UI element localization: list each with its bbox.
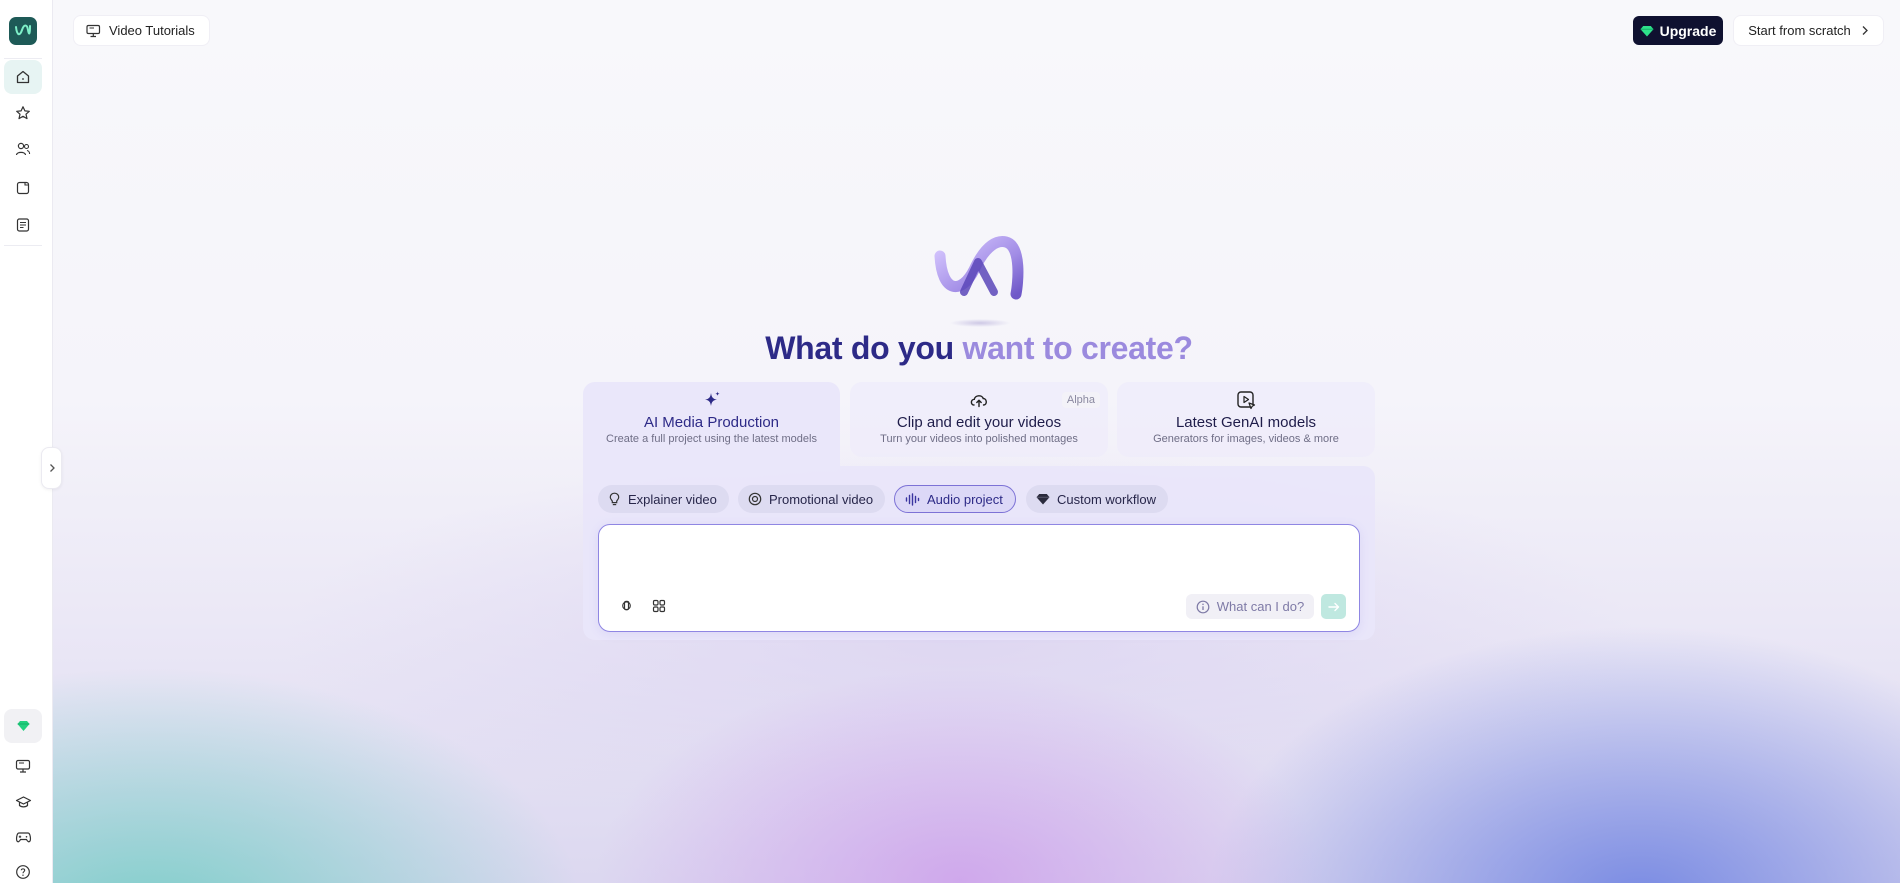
chip-custom-workflow[interactable]: Custom workflow — [1026, 485, 1168, 513]
users-icon — [15, 142, 31, 156]
sidebar-item-help[interactable] — [4, 855, 42, 883]
graduation-cap-icon — [15, 796, 31, 808]
send-button[interactable] — [1321, 594, 1346, 619]
chip-label: Audio project — [927, 491, 1003, 507]
card-clip-and-edit[interactable]: Alpha Clip and edit your videos Turn you… — [850, 382, 1108, 457]
card-subtitle: Turn your videos into polished montages — [880, 433, 1078, 445]
monitor-icon — [15, 759, 31, 773]
chip-explainer-video[interactable]: Explainer video — [598, 485, 729, 513]
upgrade-button[interactable]: Upgrade — [1633, 16, 1723, 45]
video-tutorials-button[interactable]: Video Tutorials — [74, 16, 209, 45]
prompt-input[interactable] — [611, 535, 1346, 579]
card-subtitle: Generators for images, videos & more — [1153, 433, 1339, 445]
sidebar-item-academy[interactable] — [4, 785, 42, 819]
sidebar-item-projects[interactable] — [4, 171, 42, 205]
upgrade-label: Upgrade — [1659, 22, 1717, 39]
image-cursor-icon — [1237, 391, 1256, 410]
attach-button[interactable] — [614, 594, 638, 618]
sidebar-item-home[interactable] — [4, 60, 42, 94]
chip-label: Custom workflow — [1057, 491, 1156, 507]
gem-icon — [1036, 494, 1050, 505]
sidebar-item-team[interactable] — [4, 132, 42, 166]
folder-icon — [16, 181, 30, 195]
video-tutorials-label: Video Tutorials — [109, 23, 195, 38]
headline-part-2: want to create? — [962, 330, 1194, 366]
sidebar-divider — [4, 58, 42, 59]
headline-part-1: What do you — [765, 330, 963, 366]
card-title: AI Media Production — [643, 414, 780, 431]
paperclip-icon — [621, 600, 631, 611]
gem-icon — [1640, 25, 1654, 36]
sidebar — [0, 0, 53, 883]
page-headline: What do you want to create? — [0, 330, 1900, 367]
info-icon — [1196, 600, 1210, 613]
chevron-right-icon — [49, 464, 55, 472]
card-title: Clip and edit your videos — [896, 414, 1062, 431]
chip-label: Explainer video — [628, 491, 717, 507]
chip-audio-project[interactable]: Audio project — [894, 485, 1016, 513]
card-ai-media-production[interactable]: AI Media Production Create a full projec… — [583, 382, 840, 466]
sidebar-item-tutorials[interactable] — [4, 749, 42, 783]
card-subtitle: Create a full project using the latest m… — [606, 433, 817, 445]
target-icon — [748, 492, 762, 506]
sidebar-item-favorites[interactable] — [4, 96, 42, 130]
card-latest-genai-models[interactable]: Latest GenAI models Generators for image… — [1117, 382, 1375, 457]
monitor-icon — [86, 24, 101, 37]
brand-logo-icon — [934, 236, 1024, 327]
gem-icon — [17, 721, 29, 731]
sidebar-item-upgrade[interactable] — [4, 709, 42, 743]
card-title: Latest GenAI models — [1175, 414, 1317, 431]
alpha-badge: Alpha — [1061, 392, 1100, 408]
sidebar-item-games[interactable] — [4, 820, 42, 854]
cloud-upload-icon — [970, 395, 987, 408]
chip-label: Promotional video — [769, 491, 874, 507]
app-logo[interactable] — [9, 17, 37, 45]
star-icon — [16, 106, 30, 120]
lightbulb-icon — [609, 492, 620, 506]
sidebar-expand-button[interactable] — [41, 447, 62, 489]
start-from-scratch-button[interactable]: Start from scratch — [1734, 16, 1883, 45]
gamepad-icon — [15, 832, 31, 843]
sparkle-icon — [704, 391, 720, 406]
help-icon — [16, 865, 30, 879]
home-icon — [16, 70, 30, 84]
templates-grid-button[interactable] — [647, 594, 671, 618]
sidebar-item-documents[interactable] — [4, 208, 42, 242]
chevron-right-icon — [1862, 26, 1868, 35]
sidebar-divider — [4, 245, 42, 246]
chip-promotional-video[interactable]: Promotional video — [738, 485, 886, 513]
what-can-i-do-label: What can I do? — [1216, 599, 1305, 614]
document-icon — [16, 218, 30, 232]
arrow-right-icon — [1327, 602, 1339, 611]
start-from-scratch-label: Start from scratch — [1748, 23, 1851, 38]
grid-icon — [652, 599, 666, 613]
audio-wave-icon — [905, 492, 920, 506]
what-can-i-do-button[interactable]: What can I do? — [1186, 594, 1314, 619]
